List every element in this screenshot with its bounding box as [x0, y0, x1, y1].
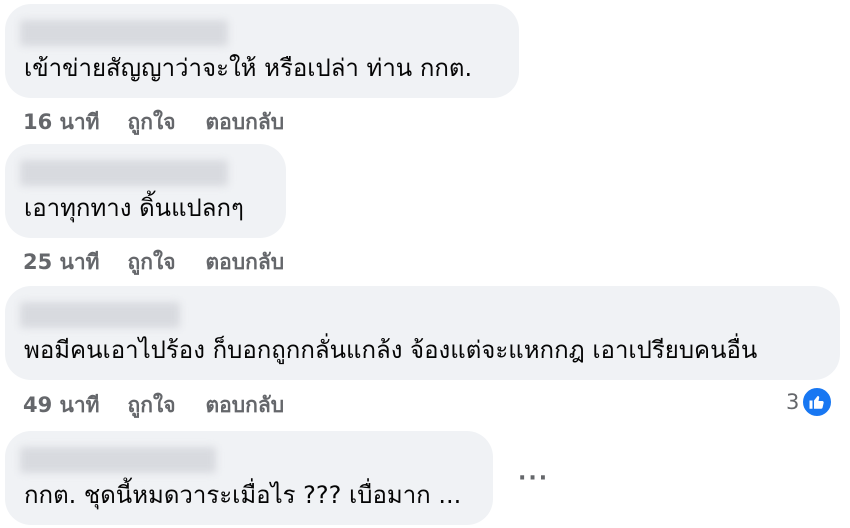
timestamp[interactable]: 16 นาที — [23, 106, 100, 139]
comment-actions: 25 นาที ถูกใจ ตอบกลับ — [23, 246, 284, 279]
comment-bubble: เข้าข่ายสัญญาว่าจะให้ หรือเปล่า ท่าน กกต… — [5, 4, 519, 98]
comment-text: กกต. ชุดนี้หมดวาระเมื่อไร ??? เบื่อมาก .… — [24, 481, 462, 509]
like-button[interactable]: ถูกใจ — [128, 389, 176, 422]
like-button[interactable]: ถูกใจ — [128, 246, 176, 279]
reaction-count: 3 — [786, 390, 800, 414]
comment-actions: 16 นาที ถูกใจ ตอบกลับ — [23, 106, 284, 139]
timestamp[interactable]: 49 นาที — [23, 389, 100, 422]
author-name-blurred[interactable] — [20, 302, 180, 328]
author-name-blurred[interactable] — [20, 20, 228, 46]
reply-button[interactable]: ตอบกลับ — [206, 246, 285, 279]
comment-bubble: เอาทุกทาง ดิ้นแปลกๆ — [5, 144, 286, 238]
timestamp[interactable]: 25 นาที — [23, 246, 100, 279]
comment-actions: 49 นาที ถูกใจ ตอบกลับ — [23, 389, 284, 422]
comment-text: พอมีคนเอาไปร้อง ก็บอกถูกกลั่นแกล้ง จ้องแ… — [24, 336, 758, 364]
reply-button[interactable]: ตอบกลับ — [206, 106, 285, 139]
reaction-summary[interactable]: 3 — [786, 386, 834, 418]
thumbs-up-icon — [801, 386, 834, 418]
more-options-icon[interactable]: ··· — [518, 466, 549, 491]
reply-button[interactable]: ตอบกลับ — [206, 389, 285, 422]
comment-text: เข้าข่ายสัญญาว่าจะให้ หรือเปล่า ท่าน กกต… — [24, 54, 473, 82]
author-name-blurred[interactable] — [20, 160, 228, 186]
comment-bubble: กกต. ชุดนี้หมดวาระเมื่อไร ??? เบื่อมาก .… — [5, 431, 493, 525]
like-button[interactable]: ถูกใจ — [128, 106, 176, 139]
author-name-blurred[interactable] — [20, 447, 216, 473]
comment-bubble: พอมีคนเอาไปร้อง ก็บอกถูกกลั่นแกล้ง จ้องแ… — [5, 286, 840, 380]
comment-text: เอาทุกทาง ดิ้นแปลกๆ — [24, 194, 244, 222]
